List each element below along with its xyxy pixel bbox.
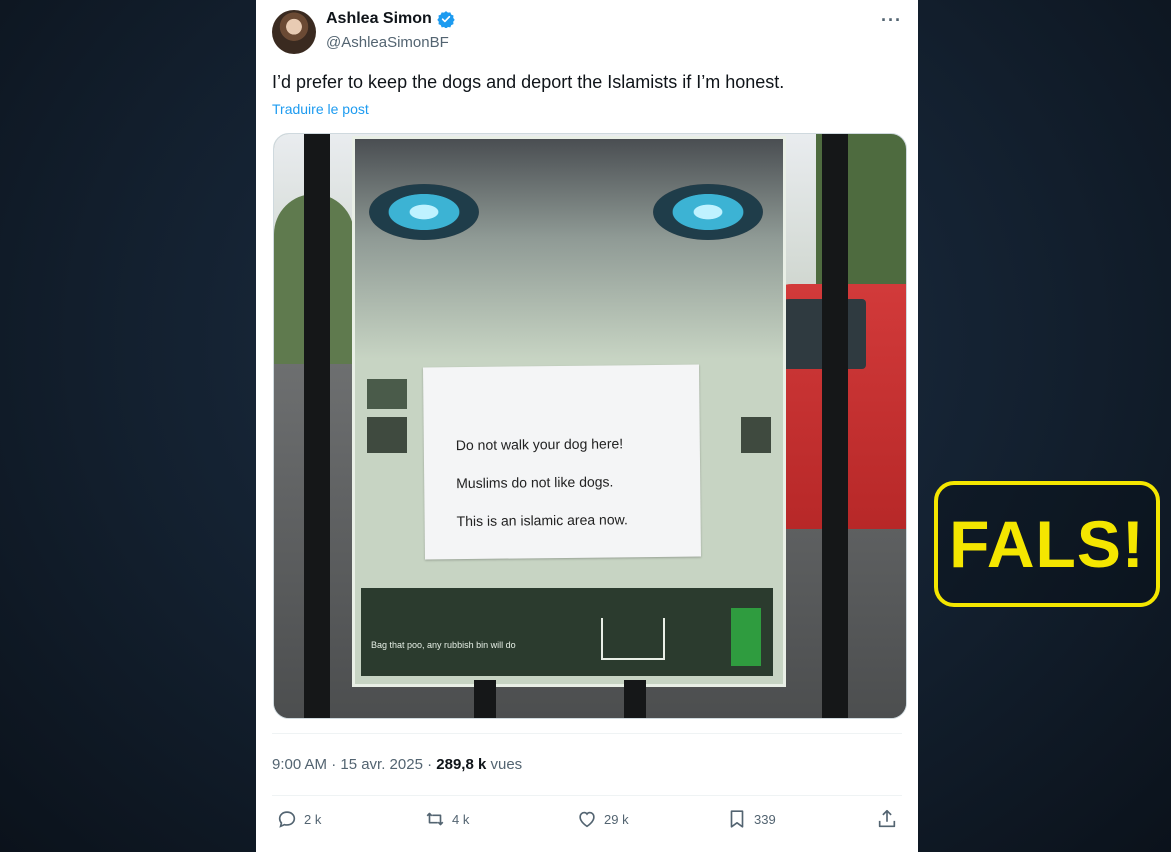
translate-post-link[interactable]: Traduire le post [272, 101, 369, 117]
author-name[interactable]: Ashlea Simon [326, 10, 432, 28]
divider [272, 733, 902, 734]
fact-check-verdict-badge: FALS! [934, 481, 1160, 607]
photo-fence-rail [624, 680, 646, 718]
photo-fence-rail [822, 134, 848, 718]
verdict-text: FALS! [949, 507, 1145, 581]
divider [272, 795, 902, 796]
poster-council-logo [731, 608, 761, 666]
tweet-timestamp[interactable]: 9:00 AM · 15 avr. 2025 · [272, 756, 436, 773]
repost-button[interactable]: 4 k [424, 808, 469, 830]
photo-fence-rail [474, 680, 496, 718]
tweet-meta: 9:00 AM · 15 avr. 2025 · 289,8 k vues [272, 756, 522, 773]
view-count: 289,8 k [436, 756, 487, 773]
poster-text-block [367, 379, 407, 409]
author-name-row: Ashlea Simon [326, 10, 455, 28]
note-line: This is an islamic area now. [456, 511, 628, 530]
poster-text-block [741, 417, 771, 453]
tweet-card: Ashlea Simon @AshleaSimonBF ··· I’d pref… [256, 0, 918, 852]
tweet-actions: 2 k 4 k 29 k 339 [256, 808, 918, 838]
tweet-text: I’d prefer to keep the dogs and deport t… [272, 72, 785, 92]
reply-button[interactable]: 2 k [276, 808, 321, 830]
tweet-photo[interactable]: Bag that poo, any rubbish bin will do Do… [273, 133, 907, 719]
poster-bin-icon [601, 618, 665, 660]
note-line: Do not walk your dog here! [455, 435, 624, 454]
bookmark-count: 339 [754, 811, 776, 827]
share-icon [878, 809, 896, 828]
photo-fence-rail [304, 134, 330, 718]
author-handle[interactable]: @AshleaSimonBF [326, 34, 449, 51]
poster-footer: Bag that poo, any rubbish bin will do [361, 588, 773, 676]
bookmark-button[interactable]: 339 [726, 808, 776, 830]
heart-icon [579, 811, 595, 828]
reply-icon [278, 811, 296, 828]
poster-footer-text: Bag that poo, any rubbish bin will do [371, 640, 516, 650]
repost-icon [426, 812, 444, 826]
poster-face [355, 139, 783, 359]
bookmark-icon [730, 810, 744, 828]
verified-badge-icon [437, 11, 455, 28]
like-button[interactable]: 29 k [576, 808, 629, 830]
poster-eye-left [369, 184, 479, 240]
share-button[interactable] [876, 808, 898, 830]
note-line: Muslims do not like dogs. [456, 473, 614, 492]
photo-paper-note: Do not walk your dog here! Muslims do no… [423, 364, 701, 560]
poster-eye-right [653, 184, 763, 240]
author-avatar[interactable] [272, 10, 316, 54]
like-count: 29 k [604, 811, 629, 827]
repost-count: 4 k [452, 811, 470, 827]
more-options-icon[interactable]: ··· [881, 10, 902, 31]
poster-text-block [367, 417, 407, 453]
views-label: vues [486, 756, 523, 773]
reply-count: 2 k [304, 811, 322, 827]
